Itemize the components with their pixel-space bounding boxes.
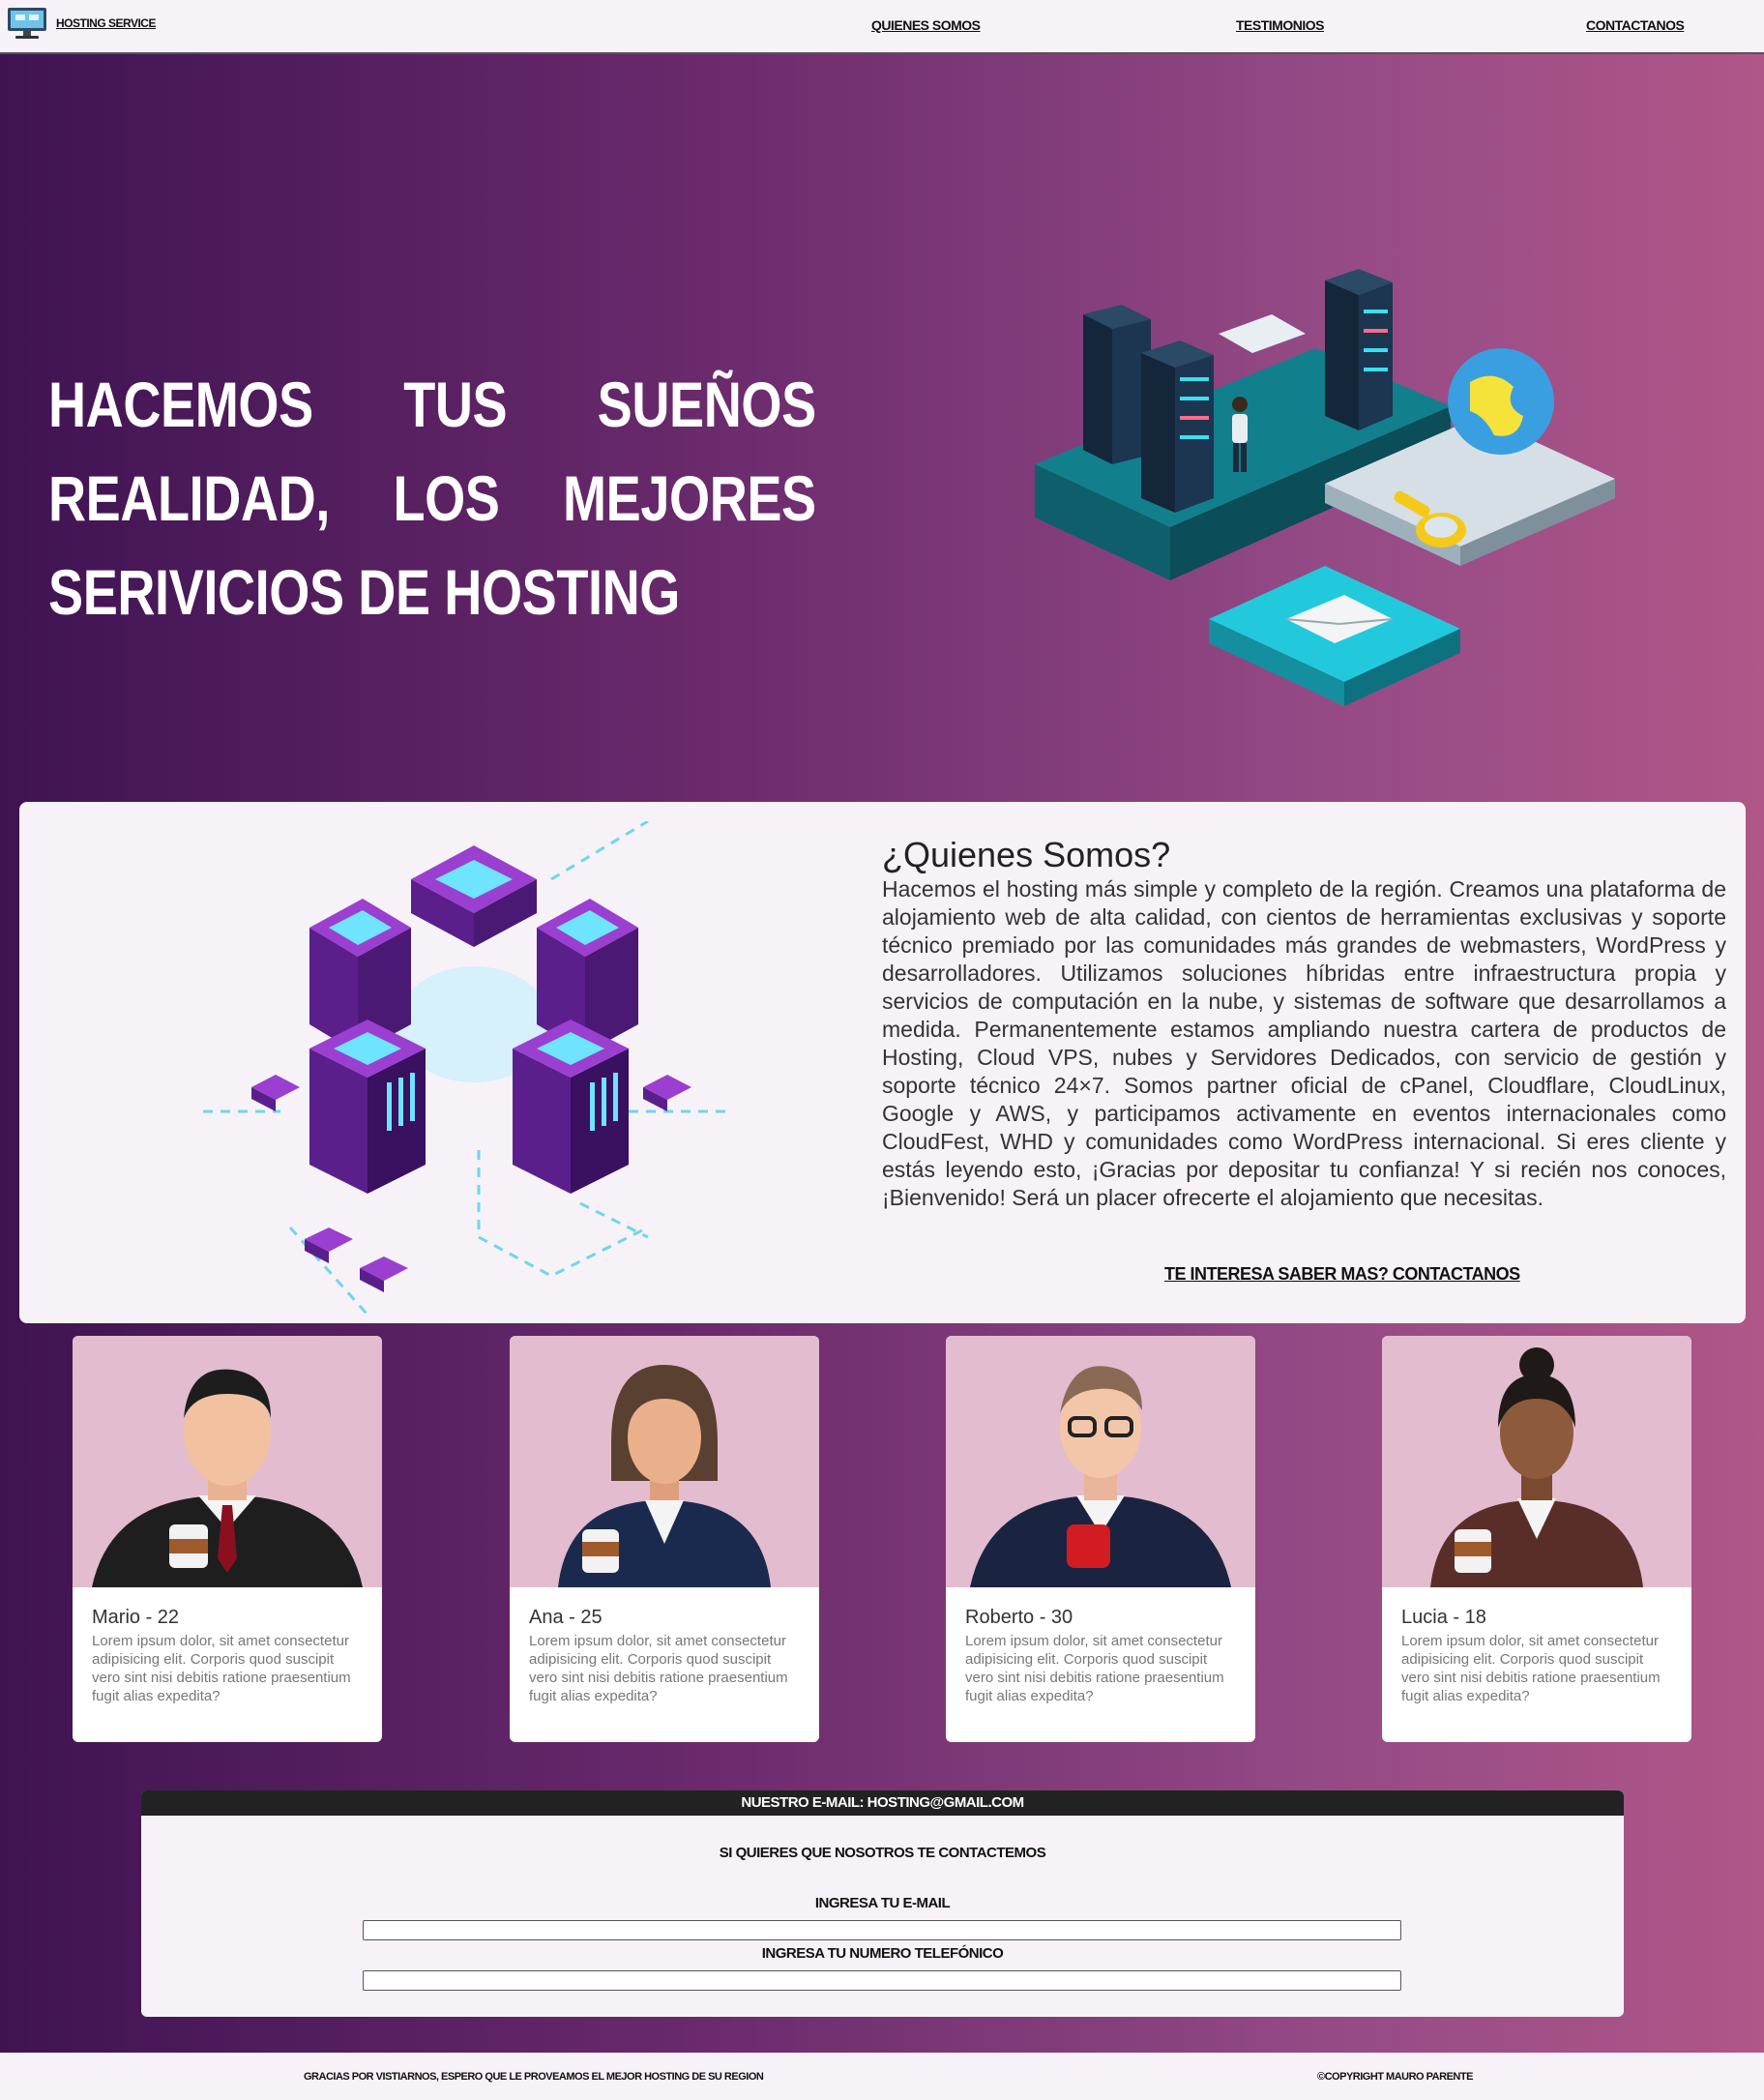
phone-field[interactable] (363, 1970, 1401, 1991)
avatar (73, 1336, 382, 1587)
avatar (946, 1336, 1255, 1587)
server-room-illustration (1035, 269, 1615, 706)
phone-label: INGRESA TU NUMERO TELEFÓNICO (761, 1945, 1004, 1962)
testimonial-card: Ana - 25 Lorem ipsum dolor, sit amet con… (510, 1336, 819, 1742)
about-section: ¿Quienes Somos? Hacemos el hosting más s… (19, 802, 1746, 1323)
testimonial-name: Mario - 22 (92, 1607, 180, 1628)
top-nav: HOSTING SERVICE QUIENES SOMOS TESTIMONIO… (0, 0, 1764, 54)
contact-email-header: NUESTRO E-MAIL: HOSTING@GMAIL.COM (141, 1790, 1624, 1816)
contact-form: NUESTRO E-MAIL: HOSTING@GMAIL.COM SI QUI… (141, 1790, 1624, 2017)
contact-subtitle: SI QUIERES QUE NOSOTROS TE CONTACTEMOS (719, 1845, 1046, 1861)
data-center-illustration (203, 821, 725, 1315)
email-label: INGRESA TU E-MAIL (814, 1895, 951, 1911)
about-body: Hacemos el hosting más simple y completo… (882, 876, 1726, 1210)
footer: GRACIAS POR VISTIARNOS, ESPERO QUE LE PR… (0, 2053, 1764, 2100)
testimonial-text: Lorem ipsum dolor, sit amet consectetur … (529, 1633, 788, 1704)
footer-copyright: ©COPYRIGHT MAURO PARENTE (1317, 2071, 1473, 2083)
avatar (1382, 1336, 1691, 1587)
testimonial-text: Lorem ipsum dolor, sit amet consectetur … (1401, 1633, 1661, 1704)
about-contact-link[interactable]: TE INTERESA SABER MAS? CONTACTANOS (1164, 1264, 1520, 1285)
testimonial-text: Lorem ipsum dolor, sit amet consectetur … (965, 1633, 1224, 1704)
footer-thanks: GRACIAS POR VISTIARNOS, ESPERO QUE LE PR… (304, 2071, 764, 2083)
computer-monitor-icon (8, 8, 46, 39)
nav-link-quienes-somos[interactable]: QUIENES SOMOS (871, 17, 981, 33)
about-title: ¿Quienes Somos? (882, 835, 1171, 874)
brand[interactable]: HOSTING SERVICE (4, 6, 156, 41)
brand-name[interactable]: HOSTING SERVICE (56, 16, 156, 30)
testimonial-name: Lucia - 18 (1401, 1607, 1486, 1628)
hero-title: HACEMOS TUS SUEÑOS REALIDAD, LOS MEJORES… (48, 369, 816, 628)
testimonial-name: Roberto - 30 (965, 1607, 1073, 1628)
email-field[interactable] (363, 1920, 1401, 1940)
testimonial-text: Lorem ipsum dolor, sit amet consectetur … (92, 1633, 351, 1704)
testimonial-card: Roberto - 30 Lorem ipsum dolor, sit amet… (946, 1336, 1255, 1742)
avatar (510, 1336, 819, 1587)
nav-link-testimonios[interactable]: TESTIMONIOS (1236, 17, 1324, 33)
testimonial-card: Mario - 22 Lorem ipsum dolor, sit amet c… (73, 1336, 382, 1742)
testimonial-card: Lucia - 18 Lorem ipsum dolor, sit amet c… (1382, 1336, 1691, 1742)
testimonial-name: Ana - 25 (529, 1607, 603, 1628)
nav-link-contactanos[interactable]: CONTACTANOS (1586, 17, 1685, 33)
